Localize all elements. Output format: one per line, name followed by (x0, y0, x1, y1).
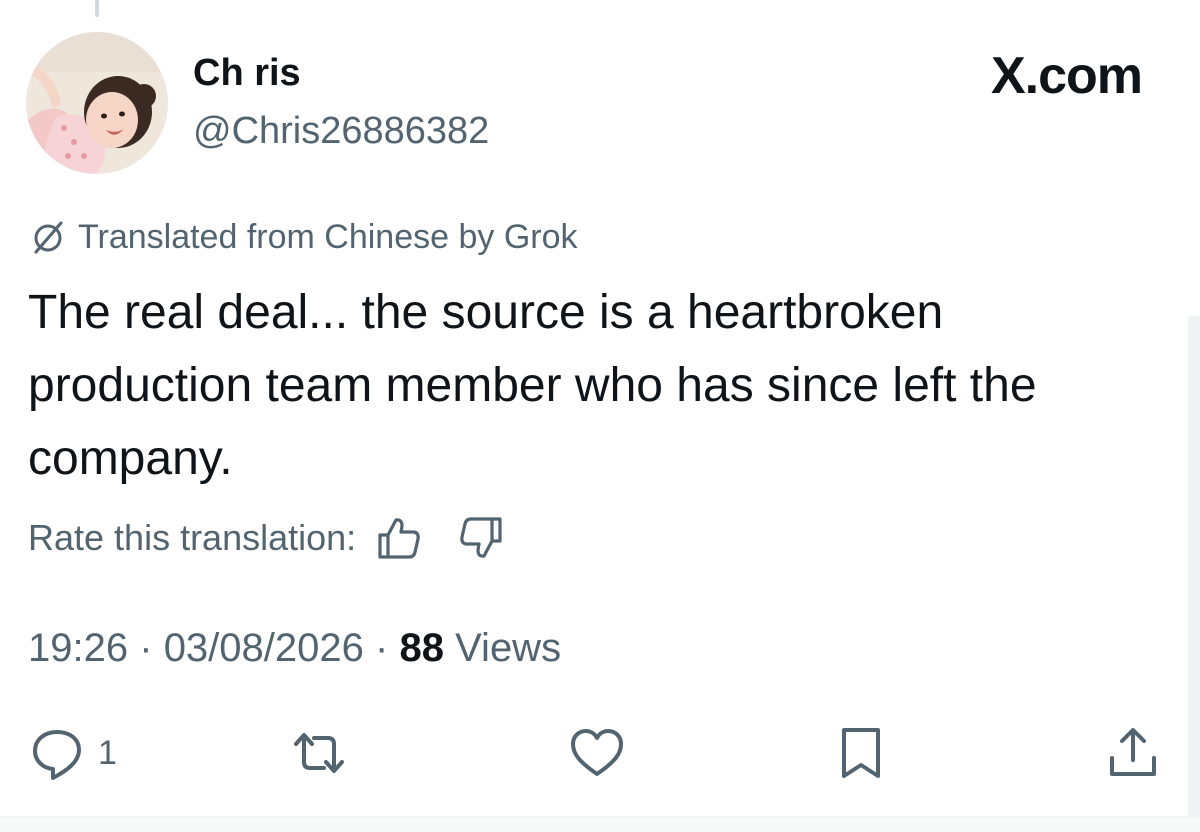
reply-button[interactable]: 1 (28, 724, 117, 782)
bookmark-icon (842, 728, 880, 778)
thread-connector-line (95, 0, 99, 17)
translation-notice-text: Translated from Chinese by Grok (78, 218, 578, 256)
bottom-divider (0, 816, 1200, 832)
brand-logo-text: X.com (990, 47, 1143, 105)
repost-button[interactable] (290, 724, 348, 782)
tweet-text: The real deal... the source is a heartbr… (28, 286, 1037, 485)
tweet-meta: 19:26 · 03/08/2026 · 88 Views (28, 624, 561, 672)
translate-icon (34, 221, 63, 254)
avatar[interactable] (26, 32, 168, 174)
author-handle[interactable]: @Chris26886382 (193, 108, 489, 154)
thumbs-down-icon[interactable] (458, 515, 504, 561)
author-display-name[interactable]: Ch ris (193, 50, 301, 96)
meta-separator: · (139, 626, 153, 670)
avatar-image (26, 32, 168, 174)
heart-icon (571, 729, 623, 776)
views-label: Views (455, 626, 562, 670)
rate-translation-row: Rate this translation: (28, 515, 504, 561)
rate-translation-label: Rate this translation: (28, 517, 357, 558)
share-button[interactable] (1104, 724, 1162, 782)
scrollbar-track[interactable] (1188, 316, 1200, 816)
thumbs-up-icon[interactable] (376, 515, 422, 561)
bookmark-button[interactable] (832, 724, 890, 782)
reply-count: 1 (98, 733, 117, 772)
share-icon (1110, 728, 1156, 776)
tweet-date[interactable]: 03/08/2026 (164, 626, 364, 670)
meta-separator: · (375, 626, 389, 670)
views-count: 88 (399, 626, 444, 670)
repost-icon (294, 733, 344, 773)
tweet-time[interactable]: 19:26 (28, 626, 128, 670)
like-button[interactable] (568, 724, 626, 782)
translation-notice: Translated from Chinese by Grok (28, 216, 578, 258)
reply-icon (33, 730, 81, 780)
tweet-action-bar: 1 (0, 716, 1200, 788)
